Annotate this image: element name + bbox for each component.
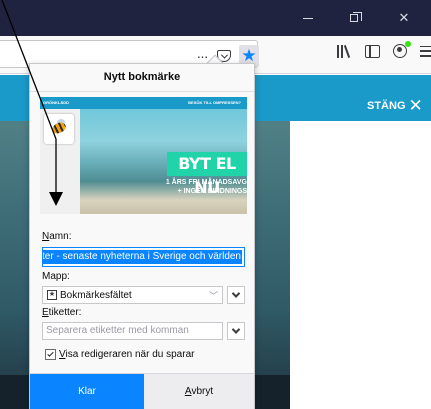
close-icon: ✕ xyxy=(408,96,423,115)
cancel-button[interactable]: Avbryt xyxy=(144,374,254,409)
panel-footer: Klar Avbryt xyxy=(30,373,254,409)
folder-select[interactable]: ★ Bokmärkesfältet ﹀ xyxy=(42,286,223,304)
new-bookmark-panel: Nytt bokmärke GRÖNKLÄDD BESÖK TILL OMPRE… xyxy=(29,63,255,409)
page-close-button[interactable]: STÄNG ✕ xyxy=(367,97,423,114)
preview-offer-line-2: + INGEN BINDNINGS xyxy=(177,188,247,195)
show-editor-checkbox[interactable] xyxy=(45,349,56,360)
name-label: Namn: xyxy=(42,231,72,242)
preview-brand-text: GRÖNKLÄDD xyxy=(43,100,69,105)
folder-select-value: Bokmärkesfältet xyxy=(60,289,132,301)
panel-title: Nytt bokmärke xyxy=(30,64,254,92)
show-editor-label: Visa redigeraren när du sparar xyxy=(59,349,195,360)
minimize-icon xyxy=(303,17,313,19)
show-editor-option[interactable]: Visa redigeraren när du sparar xyxy=(45,349,194,360)
tags-label: Etiketter: xyxy=(42,307,82,318)
library-icon[interactable] xyxy=(336,44,352,58)
done-button[interactable]: Klar xyxy=(30,374,144,409)
preview-offer-line-1: 1 ÅRS FRI MÅNADSAVG xyxy=(165,179,247,186)
checkmark-icon xyxy=(47,349,54,357)
expand-tags-button[interactable] xyxy=(227,322,245,340)
chevron-down-icon: ﹀ xyxy=(208,291,218,301)
preview-headline: BYT EL NU xyxy=(167,152,247,197)
expand-folder-tree-button[interactable] xyxy=(227,286,245,304)
restore-button[interactable] xyxy=(331,0,377,36)
chevron-down-icon xyxy=(231,325,241,334)
page-close-label: STÄNG xyxy=(367,99,406,112)
sidebar-icon[interactable] xyxy=(365,44,380,58)
folder-label: Mapp: xyxy=(42,271,70,282)
bookmarks-toolbar-icon: ★ xyxy=(47,290,57,300)
toolbar-icons xyxy=(336,41,431,58)
page-preview-thumbnail: GRÖNKLÄDD BESÖK TILL OMPRESSEN? BYT EL N… xyxy=(40,97,247,214)
chevron-down-icon xyxy=(231,289,241,298)
close-icon: ✕ xyxy=(398,10,410,25)
minimize-button[interactable] xyxy=(285,0,331,36)
window-titlebar: ✕ xyxy=(0,0,431,36)
preview-link-text: BESÖK TILL OMPRESSEN? xyxy=(188,100,241,105)
bookmark-name-input[interactable]: eter - senaste nyheterna i Sverige och v… xyxy=(42,247,245,267)
close-window-button[interactable]: ✕ xyxy=(381,0,427,36)
restore-icon xyxy=(350,12,362,22)
site-favicon-icon xyxy=(44,114,74,144)
hamburger-menu-icon[interactable] xyxy=(420,45,431,57)
tags-input[interactable]: Separera etiketter med komman xyxy=(42,322,223,340)
bookmark-name-value: eter - senaste nyheterna i Sverige och v… xyxy=(43,250,242,264)
account-icon[interactable] xyxy=(393,41,411,58)
